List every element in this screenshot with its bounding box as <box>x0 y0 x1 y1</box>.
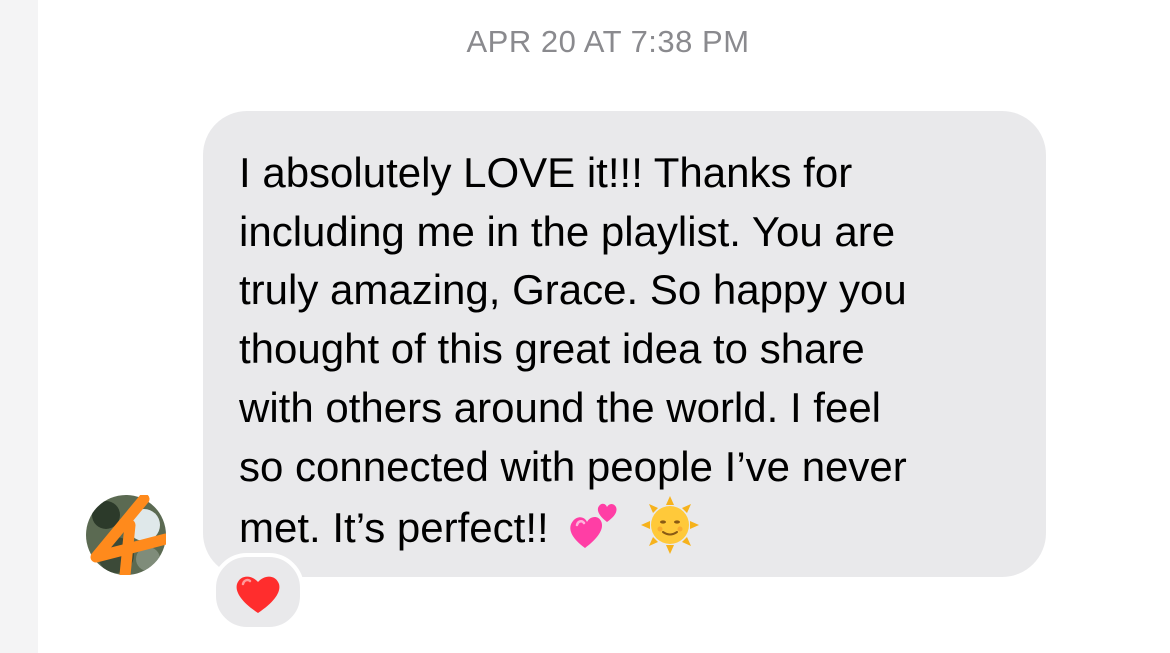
received-message-bubble[interactable]: I absolutely LOVE it!!! Thanks for inclu… <box>203 111 1046 577</box>
message-body: I absolutely LOVE it!!! Thanks for inclu… <box>239 149 907 552</box>
message-timestamp: APR 20 AT 7:38 PM <box>466 24 750 59</box>
left-edge-strip <box>0 0 38 653</box>
red-heart-icon <box>236 576 280 613</box>
sender-avatar[interactable] <box>86 493 172 591</box>
heart-reaction-badge[interactable] <box>212 553 304 631</box>
two-hearts-icon <box>567 498 623 570</box>
message-text: I absolutely LOVE it!!! Thanks for inclu… <box>239 144 1016 570</box>
sun-with-face-icon <box>640 496 699 570</box>
